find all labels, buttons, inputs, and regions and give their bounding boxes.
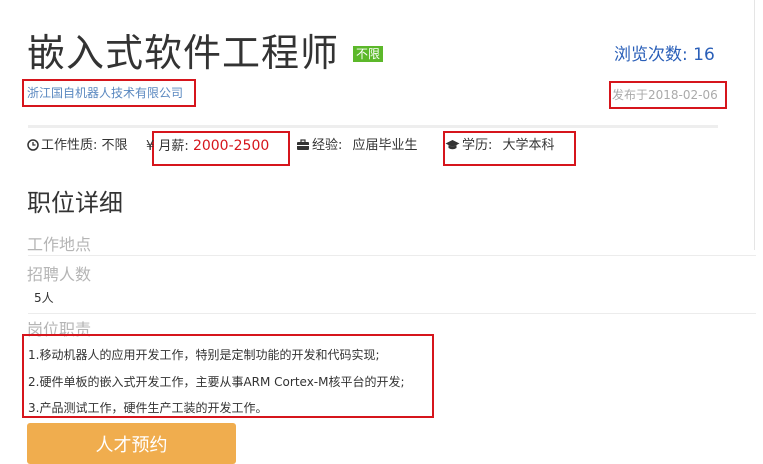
duty-item: 2.硬件单板的嵌入式开发工作，主要从事ARM Cortex-M核平台的开发; [28,375,405,389]
job-nature: 工作性质: 不限 [27,137,128,155]
job-type-badge: 不限 [353,46,384,62]
view-count: 浏览次数: 16 [614,45,715,65]
duties-list: 1.移动机器人的应用开发工作，特别是定制功能的开发和代码实现; 2.硬件单板的嵌… [22,334,434,418]
briefcase-icon [296,138,312,153]
salary-label: 月薪: [158,139,189,154]
education: 学历: 大学本科 [445,137,555,155]
location-label: 工作地点 [27,235,92,254]
headcount-value: 5人 [34,291,54,305]
experience: 经验: 应届毕业生 [296,137,418,155]
row-divider [28,255,756,256]
experience-label: 经验: [312,138,343,153]
talent-reserve-button[interactable]: 人才预约 [27,423,236,464]
company-link[interactable]: 浙江国自机器人技术有限公司 [22,79,196,107]
row-divider [28,313,756,314]
duty-item: 1.移动机器人的应用开发工作，特别是定制功能的开发和代码实现; [28,348,380,362]
duty-item: 3.产品测试工作，硬件生产工装的开发工作。 [28,401,268,415]
right-divider [754,0,755,250]
experience-value: 应届毕业生 [352,138,418,153]
clock-icon [27,138,41,153]
education-label: 学历: [462,138,493,153]
job-nature-label: 工作性质: [41,138,98,153]
salary: ¥ 月薪: 2000-2500 [146,137,269,156]
education-value: 大学本科 [502,138,555,153]
header-divider [28,125,718,128]
headcount-label: 招聘人数 [27,265,92,284]
salary-value: 2000-2500 [192,138,270,154]
yen-icon: ¥ [146,139,155,154]
publish-date: 发布于2018-02-06 [609,81,727,109]
section-heading: 职位详细 [27,189,123,217]
job-nature-value: 不限 [101,138,128,153]
graduation-cap-icon [445,138,462,153]
job-title: 嵌入式软件工程师 [27,31,340,75]
